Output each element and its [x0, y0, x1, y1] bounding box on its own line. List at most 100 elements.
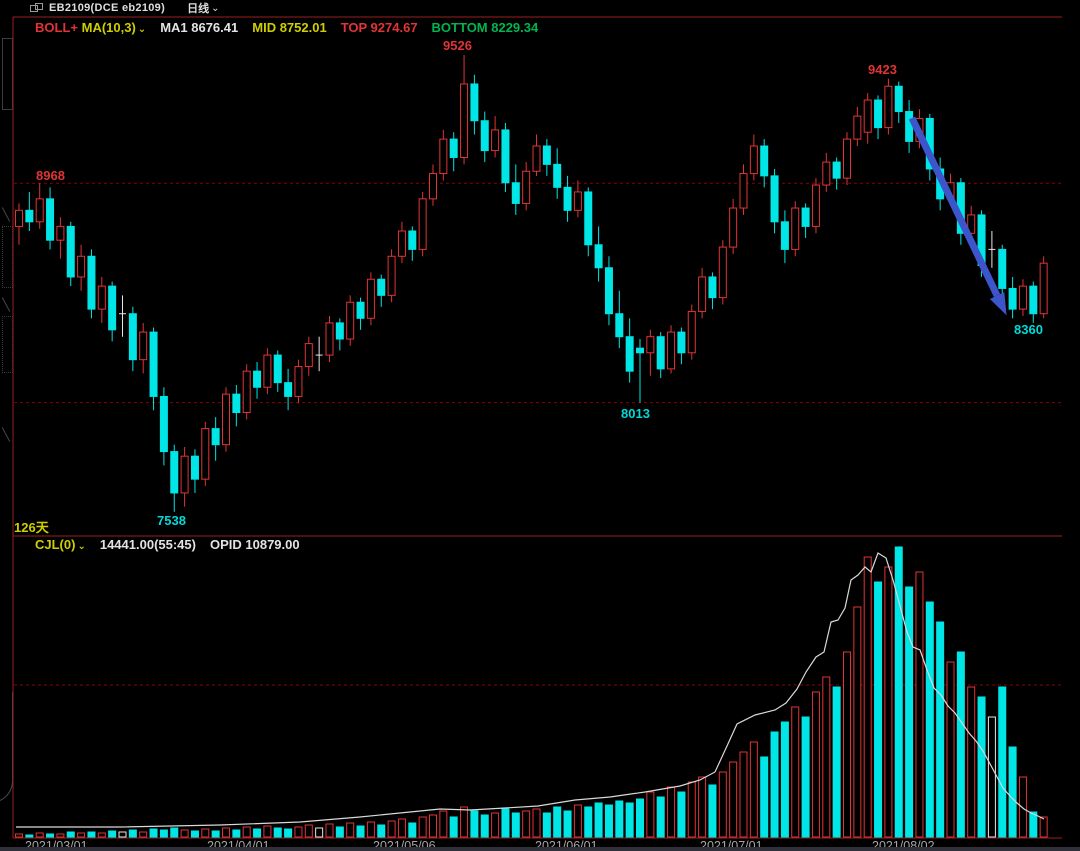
candle-body [874, 99, 883, 129]
volume-bar [170, 827, 179, 838]
volume-bar [946, 661, 955, 838]
price-label-8360: 8360 [1014, 322, 1043, 337]
volume-bar [366, 821, 375, 838]
candle-body [77, 255, 86, 278]
candle-body [304, 343, 313, 368]
volume-bar [242, 826, 251, 838]
volume-bar [284, 828, 293, 838]
volume-bar [791, 706, 800, 838]
volume-bar [211, 830, 220, 838]
volume-bar [956, 651, 965, 838]
candle-body [149, 331, 158, 397]
volume-bar [460, 806, 469, 838]
volume-bar [987, 716, 996, 838]
volume-bar [636, 798, 644, 838]
volume-bar [87, 831, 96, 838]
candle-body [418, 198, 427, 250]
volume-bar [56, 833, 65, 838]
volume-bar [532, 808, 541, 838]
volume-bar [542, 812, 551, 838]
volume-indicator-bar: CJL(0) ⌄ 14441.00(55:45) OPID 10879.00 [35, 537, 300, 552]
candlestick-chart[interactable] [0, 0, 1080, 851]
volume-bar [387, 820, 396, 838]
candle-body [811, 184, 820, 227]
candle-body [97, 285, 106, 310]
candle-body [698, 276, 707, 312]
volume-bar [843, 651, 851, 838]
candle-body [480, 120, 489, 152]
candle-body [222, 393, 230, 446]
volume-bar [1029, 811, 1038, 838]
candle-body [470, 83, 479, 122]
candle-body [15, 209, 23, 227]
volume-bar [822, 676, 831, 838]
candle-body [170, 451, 179, 494]
volume-bar [863, 556, 872, 838]
volume-bar [263, 825, 272, 838]
candle-body [242, 370, 251, 414]
candle-body [501, 129, 510, 184]
volume-bar [739, 751, 748, 838]
candle-body [832, 161, 841, 179]
volume-bar [149, 828, 158, 838]
volume-bar [594, 802, 603, 838]
volume-bar [77, 832, 86, 838]
volume-bar [1039, 816, 1048, 838]
candle-body [667, 331, 676, 370]
bottom-status-strip [0, 847, 1080, 851]
bottom-value: BOTTOM 8229.34 [431, 20, 539, 35]
candle-body [729, 207, 738, 248]
visible-days-label: 126天 [14, 520, 49, 535]
chevron-down-icon[interactable]: ⌄ [77, 541, 85, 552]
candle-body [87, 255, 96, 310]
volume-bar [273, 827, 282, 838]
volume-bar [646, 791, 655, 838]
candle-body [139, 331, 148, 361]
candle-body [843, 138, 851, 179]
candle-body [511, 182, 520, 204]
volume-bar [180, 829, 189, 838]
volume-value: 14441.00(55:45) [99, 537, 196, 552]
candle-body [159, 395, 168, 453]
candle-body [542, 145, 551, 165]
chevron-down-icon[interactable]: ⌄ [138, 24, 146, 35]
candle-body [108, 285, 117, 331]
candle-body [35, 198, 44, 223]
candle-body [180, 455, 189, 494]
volume-bar [118, 831, 127, 838]
volume-bar [811, 691, 820, 838]
candle-body [491, 129, 500, 152]
candle-body [884, 85, 893, 129]
volume-bar [656, 796, 665, 838]
candle-body [749, 145, 758, 175]
volume-bar [1018, 776, 1027, 838]
candle-body [253, 370, 262, 388]
volume-indicator-name[interactable]: CJL(0) [35, 537, 75, 552]
volume-bar [159, 829, 168, 838]
volume-bar [15, 833, 23, 838]
candle-body [25, 209, 34, 223]
candle-body [677, 331, 686, 354]
candle-body [284, 382, 293, 397]
volume-bar [1008, 746, 1017, 838]
candle-body [263, 354, 272, 388]
volume-bar [356, 825, 365, 838]
volume-bar [46, 833, 55, 838]
candle-body [853, 115, 862, 140]
candle-body [232, 393, 241, 414]
candle-body [770, 175, 779, 223]
volume-bar [884, 566, 893, 838]
candle-body [356, 301, 365, 319]
volume-bar [128, 829, 137, 838]
mid-value: MID 8752.01 [252, 20, 327, 35]
indicator-param[interactable]: MA(10,3) [82, 20, 136, 35]
volume-bar [294, 826, 303, 838]
volume-bar [304, 824, 313, 838]
volume-bar [418, 816, 427, 838]
volume-bar [397, 818, 406, 838]
volume-bar [325, 823, 334, 838]
price-label-8013: 8013 [621, 406, 650, 421]
candle-body [46, 198, 55, 241]
indicator-name[interactable]: BOLL+ [35, 20, 78, 35]
ma1-value: MA1 8676.41 [160, 20, 239, 35]
